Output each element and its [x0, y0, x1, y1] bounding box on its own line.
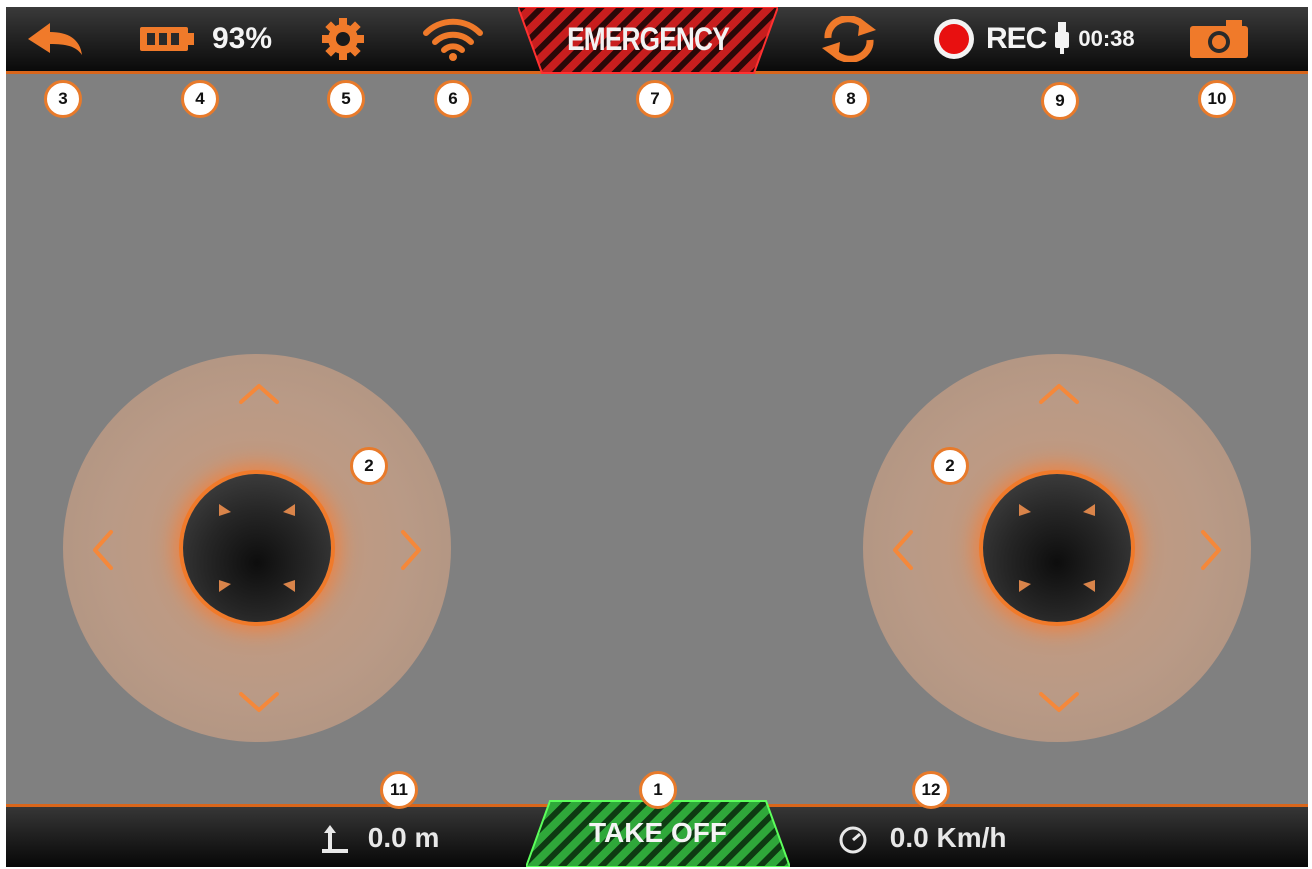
altitude-readout: 0.0 m: [322, 822, 439, 855]
takeoff-button[interactable]: TAKE OFF: [526, 799, 790, 867]
callout-badge-7: 7: [636, 80, 674, 118]
callout-badge-5: 5: [327, 80, 365, 118]
usb-icon: [1055, 22, 1070, 54]
wifi-status: [422, 17, 484, 61]
wifi-icon: [423, 18, 483, 61]
callout-badge-1: 1: [639, 771, 677, 809]
altitude-value: 0.0 m: [367, 822, 440, 853]
callout-badge-6: 6: [434, 80, 472, 118]
record-time: 00:38: [1078, 26, 1135, 51]
left-joystick-knob[interactable]: [183, 474, 331, 622]
callout-badge-11: 11: [380, 771, 418, 809]
speed-readout: 0.0 Km/h: [838, 822, 1006, 855]
camera-icon: [1190, 20, 1248, 58]
refresh-icon: [822, 16, 876, 62]
callout-badge-2-left: 2: [350, 447, 388, 485]
knob-arrows-icon: [219, 504, 295, 592]
battery-indicator: 93%: [138, 17, 272, 61]
callout-badge-12: 12: [912, 771, 950, 809]
knob-arrows-icon: [1019, 504, 1095, 592]
left-joystick[interactable]: [63, 354, 451, 742]
right-joystick[interactable]: [863, 354, 1251, 742]
callout-badge-8: 8: [832, 80, 870, 118]
speedometer-icon: [839, 826, 867, 854]
gear-icon: [322, 18, 364, 60]
callout-badge-2-right: 2: [931, 447, 969, 485]
drone-control-screen: 93% EMERGENCY REC 00:38 3 4 5 6 7 8 9 10…: [6, 7, 1308, 867]
right-joystick-knob[interactable]: [983, 474, 1131, 622]
callout-badge-3: 3: [44, 80, 82, 118]
callout-badge-9: 9: [1041, 82, 1079, 120]
photo-button[interactable]: [1188, 17, 1250, 61]
back-button[interactable]: [26, 17, 86, 61]
record-label: REC: [986, 22, 1047, 55]
battery-percent: 93%: [212, 22, 273, 55]
flip-button[interactable]: [814, 16, 884, 62]
emergency-label: EMERGENCY: [567, 21, 730, 57]
callout-badge-10: 10: [1198, 80, 1236, 118]
record-icon: [934, 19, 974, 59]
callout-badge-4: 4: [181, 80, 219, 118]
altitude-icon: [322, 824, 348, 853]
takeoff-label: TAKE OFF: [589, 817, 727, 848]
battery-icon: [140, 27, 194, 51]
emergency-button[interactable]: EMERGENCY: [518, 7, 778, 75]
speed-value: 0.0 Km/h: [889, 822, 1007, 853]
record-button[interactable]: REC 00:38: [932, 17, 1135, 61]
back-arrow-icon: [28, 23, 82, 55]
top-toolbar: 93% EMERGENCY REC 00:38: [6, 7, 1308, 74]
settings-button[interactable]: [320, 17, 366, 61]
